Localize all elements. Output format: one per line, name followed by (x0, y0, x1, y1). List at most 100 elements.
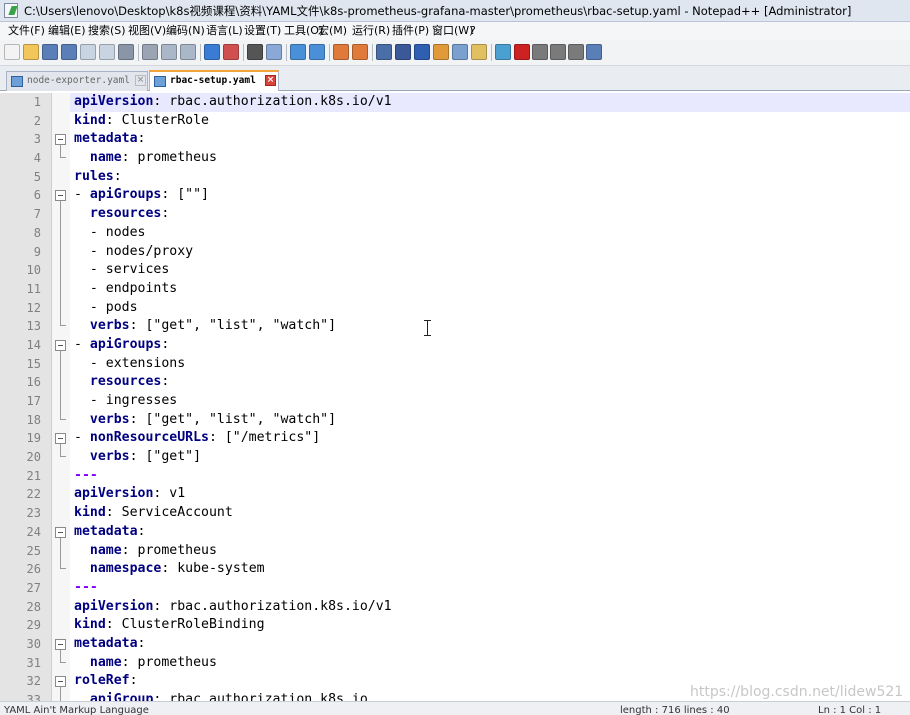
yaml-key: resources (89, 374, 162, 390)
close-icon[interactable] (80, 44, 96, 60)
save-macro-icon[interactable] (586, 44, 602, 60)
code-line[interactable]: 4 name: prometheus (0, 149, 910, 168)
paste-icon[interactable] (180, 44, 196, 60)
code-line[interactable]: 2 kind: ClusterRole (0, 111, 910, 131)
code-line[interactable]: 1 apiVersion: rbac.authorization.k8s.io/v… (0, 93, 910, 112)
playback-icon[interactable] (550, 44, 566, 60)
fold-margin[interactable] (52, 672, 70, 693)
close-all-icon[interactable] (99, 44, 115, 60)
tab-close-icon[interactable]: × (135, 75, 146, 86)
code-line[interactable]: 19 - nonResourceURLs: ["/metrics"] (0, 429, 910, 450)
code-line[interactable]: 13 verbs: ["get", "list", "watch"] (0, 317, 910, 336)
menu-item[interactable]: 语言(L) (206, 24, 243, 38)
code-text: namespace: kube-system (74, 560, 265, 579)
menu-item[interactable]: 编辑(E) (48, 24, 86, 38)
stop-record-icon[interactable] (532, 44, 548, 60)
code-line[interactable]: 15 - extensions (0, 354, 910, 374)
redo-icon[interactable] (223, 44, 239, 60)
code-line[interactable]: 5 rules: (0, 167, 910, 187)
fold-toggle-icon[interactable] (55, 134, 66, 151)
tab-node-exporter[interactable]: node-exporter.yaml × (6, 71, 148, 91)
code-line[interactable]: 20 verbs: ["get"] (0, 448, 910, 467)
code-line[interactable]: 17 - ingresses (0, 392, 910, 411)
fold-toggle-icon[interactable] (55, 190, 66, 207)
sync-vertical-icon[interactable] (333, 44, 349, 60)
code-line[interactable]: 8 - nodes (0, 223, 910, 243)
code-line[interactable]: 16 resources: (0, 373, 910, 392)
find-icon[interactable] (247, 44, 263, 60)
code-line[interactable]: 14 - apiGroups: (0, 335, 910, 356)
tab-close-icon[interactable]: × (265, 75, 276, 86)
run-macro-multiple-icon[interactable] (568, 44, 584, 60)
open-file-icon[interactable] (23, 44, 39, 60)
code-text: - nodes/proxy (74, 243, 193, 262)
fold-margin[interactable] (52, 522, 70, 543)
fold-margin[interactable] (52, 335, 70, 356)
yaml-key: apiVersion (74, 94, 154, 109)
code-text: - extensions (74, 355, 185, 374)
save-icon[interactable] (42, 44, 58, 60)
code-line[interactable]: 21 --- (0, 466, 910, 486)
code-line[interactable]: 22 apiVersion: v1 (0, 485, 910, 505)
show-all-chars-icon[interactable] (395, 44, 411, 60)
fold-margin[interactable] (52, 429, 70, 450)
menu-item[interactable]: 搜索(S) (88, 24, 126, 38)
word-wrap-icon[interactable] (376, 44, 392, 60)
menu-item[interactable]: 窗口(W) (432, 24, 473, 38)
new-file-icon[interactable] (4, 44, 20, 60)
menu-item[interactable]: 设置(T) (244, 24, 281, 38)
code-text: name: prometheus (74, 654, 217, 673)
code-line[interactable]: 6 - apiGroups: [""] (0, 186, 910, 207)
editor-area[interactable]: 1 apiVersion: rbac.authorization.k8s.io/v… (0, 91, 910, 701)
print-icon[interactable] (118, 44, 134, 60)
fold-margin[interactable] (52, 186, 70, 207)
code-line[interactable]: 7 resources: (0, 205, 910, 224)
code-line[interactable]: 23 kind: ServiceAccount (0, 504, 910, 523)
code-line[interactable]: 25 name: prometheus (0, 541, 910, 561)
zoom-in-icon[interactable] (290, 44, 306, 60)
fold-margin[interactable] (52, 634, 70, 655)
doc-map-icon[interactable] (433, 44, 449, 60)
sync-horizontal-icon[interactable] (352, 44, 368, 60)
fold-toggle-icon[interactable] (55, 526, 66, 543)
code-line[interactable]: 24 metadata: (0, 522, 910, 543)
menu-item[interactable]: 运行(R) (352, 24, 390, 38)
fold-toggle-icon[interactable] (55, 433, 66, 450)
fold-toggle-icon[interactable] (55, 638, 66, 655)
menu-item[interactable]: ? (470, 24, 476, 38)
folder-as-workspace-icon[interactable] (471, 44, 487, 60)
record-macro-icon[interactable] (514, 44, 530, 60)
tab-rbac-setup[interactable]: rbac-setup.yaml × (149, 70, 279, 91)
code-line[interactable]: 12 - pods (0, 298, 910, 318)
fold-toggle-icon[interactable] (55, 339, 66, 356)
line-number: 15 (0, 354, 52, 374)
fold-margin[interactable] (52, 130, 70, 151)
copy-icon[interactable] (161, 44, 177, 60)
code-line[interactable]: 18 verbs: ["get", "list", "watch"] (0, 410, 910, 430)
indent-guide-icon[interactable] (414, 44, 430, 60)
code-line[interactable]: 29 kind: ClusterRoleBinding (0, 616, 910, 635)
cut-icon[interactable] (142, 44, 158, 60)
undo-icon[interactable] (204, 44, 220, 60)
code-line[interactable]: 11 - endpoints (0, 279, 910, 299)
code-line[interactable]: 27 --- (0, 578, 910, 598)
code-line[interactable]: 31 name: prometheus (0, 653, 910, 673)
code-line[interactable]: 28 apiVersion: rbac.authorization.k8s.io/… (0, 597, 910, 617)
fold-toggle-icon[interactable] (55, 676, 66, 693)
code-line[interactable]: 9 - nodes/proxy (0, 242, 910, 262)
code-line[interactable]: 26 namespace: kube-system (0, 560, 910, 579)
function-list-icon[interactable] (452, 44, 468, 60)
menu-item[interactable]: 编码(N) (166, 24, 205, 38)
menu-item[interactable]: 文件(F) (8, 24, 45, 38)
fold-margin (52, 354, 70, 374)
menu-item[interactable]: 宏(M) (318, 24, 347, 38)
code-line[interactable]: 3 metadata: (0, 130, 910, 151)
code-line[interactable]: 10 - services (0, 261, 910, 280)
monitoring-icon[interactable] (495, 44, 511, 60)
zoom-out-icon[interactable] (309, 44, 325, 60)
replace-icon[interactable] (266, 44, 282, 60)
save-all-icon[interactable] (61, 44, 77, 60)
menu-item[interactable]: 插件(P) (392, 24, 429, 38)
menu-item[interactable]: 视图(V) (128, 24, 166, 38)
code-line[interactable]: 30 metadata: (0, 634, 910, 655)
